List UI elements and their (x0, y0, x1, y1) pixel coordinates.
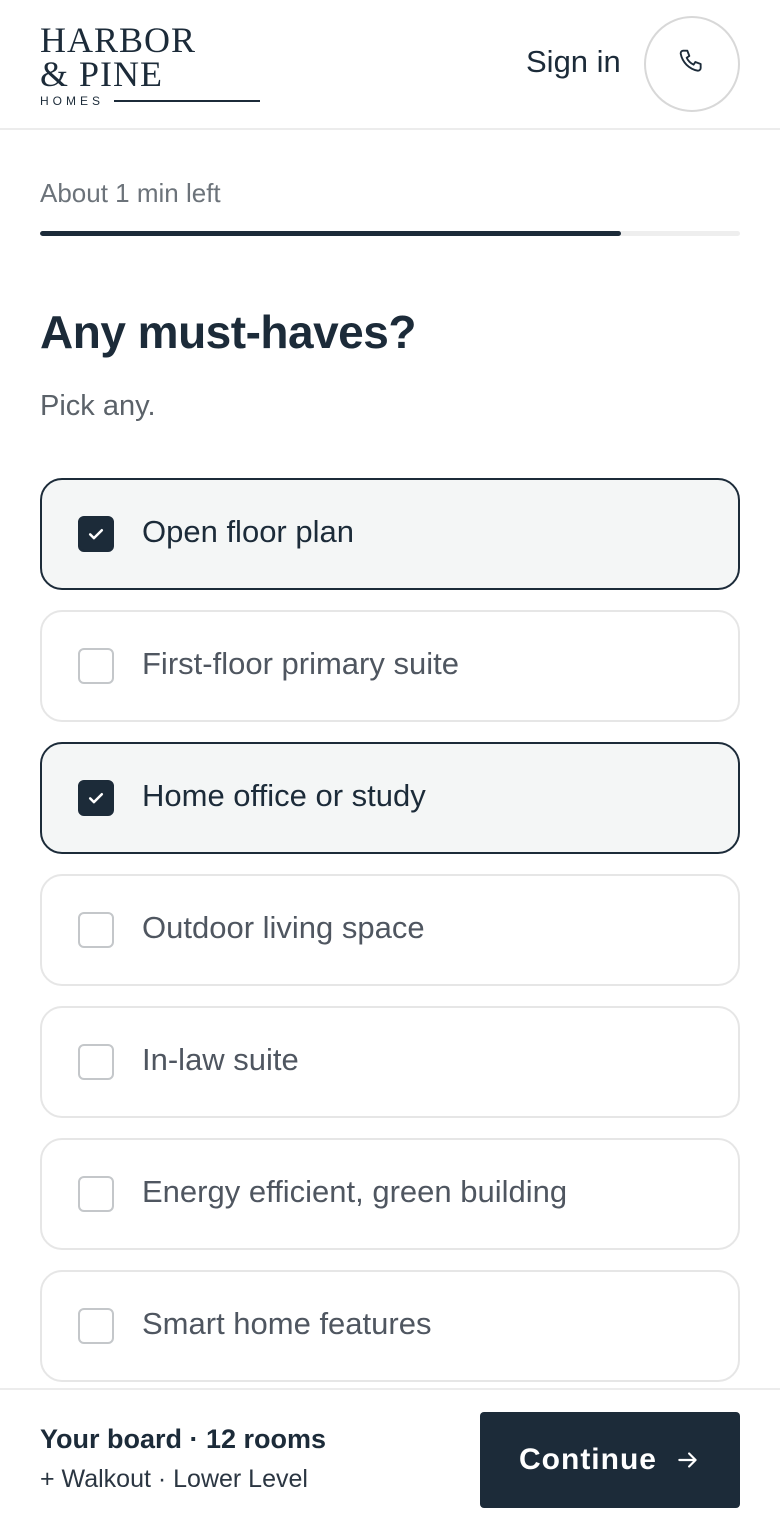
option-card[interactable]: Home office or study (40, 742, 740, 854)
options-list: Open floor plan First-floor primary suite… (40, 478, 740, 1402)
logo-subtitle: HOMES (40, 94, 105, 108)
option-label: Smart home features (142, 1306, 432, 1341)
logo-rule (114, 100, 260, 102)
continue-label: Continue (519, 1443, 657, 1476)
checkbox[interactable] (78, 912, 114, 948)
option-card[interactable]: Outdoor living space (40, 874, 740, 986)
checkbox[interactable] (78, 1044, 114, 1080)
option-card[interactable]: Open floor plan (40, 478, 740, 590)
board-summary-subtitle: + Walkout · Lower Level (40, 1465, 308, 1493)
arrow-right-icon (675, 1447, 701, 1473)
sign-in-link[interactable]: Sign in (526, 44, 621, 80)
checkbox[interactable] (78, 516, 114, 552)
option-card[interactable]: Energy efficient, green building (40, 1138, 740, 1250)
check-icon (88, 793, 104, 804)
progress-bar-fill (40, 231, 621, 236)
option-label: In-law suite (142, 1042, 299, 1077)
option-label: Outdoor living space (142, 910, 425, 945)
question-subtitle: Pick any. (40, 390, 156, 422)
checkbox[interactable] (78, 780, 114, 816)
checkbox[interactable] (78, 1308, 114, 1344)
option-card[interactable]: Smart home features (40, 1270, 740, 1382)
site-header: HARBOR & PINE HOMES Sign in (0, 0, 780, 130)
question-title: Any must-haves? (40, 306, 416, 358)
phone-button[interactable] (644, 16, 740, 112)
footer-bar: Your board · 12 rooms + Walkout · Lower … (0, 1388, 780, 1526)
continue-button[interactable]: Continue (480, 1412, 740, 1508)
option-card[interactable]: First-floor primary suite (40, 610, 740, 722)
checkbox[interactable] (78, 648, 114, 684)
harbor-pine-logo[interactable]: HARBOR & PINE HOMES (40, 20, 262, 110)
board-summary-title: Your board · 12 rooms (40, 1424, 327, 1454)
option-label: Home office or study (142, 778, 426, 813)
option-label: Open floor plan (142, 514, 354, 549)
option-card[interactable]: In-law suite (40, 1006, 740, 1118)
checkbox[interactable] (78, 1176, 114, 1212)
progress-bar (40, 231, 740, 236)
phone-icon (676, 46, 708, 83)
option-label: Energy efficient, green building (142, 1174, 568, 1209)
logo-line-2: & PINE (40, 54, 163, 94)
logo-line-1: HARBOR (40, 20, 197, 60)
check-icon (88, 529, 104, 540)
option-label: First-floor primary suite (142, 646, 459, 681)
progress-text: About 1 min left (40, 178, 221, 208)
